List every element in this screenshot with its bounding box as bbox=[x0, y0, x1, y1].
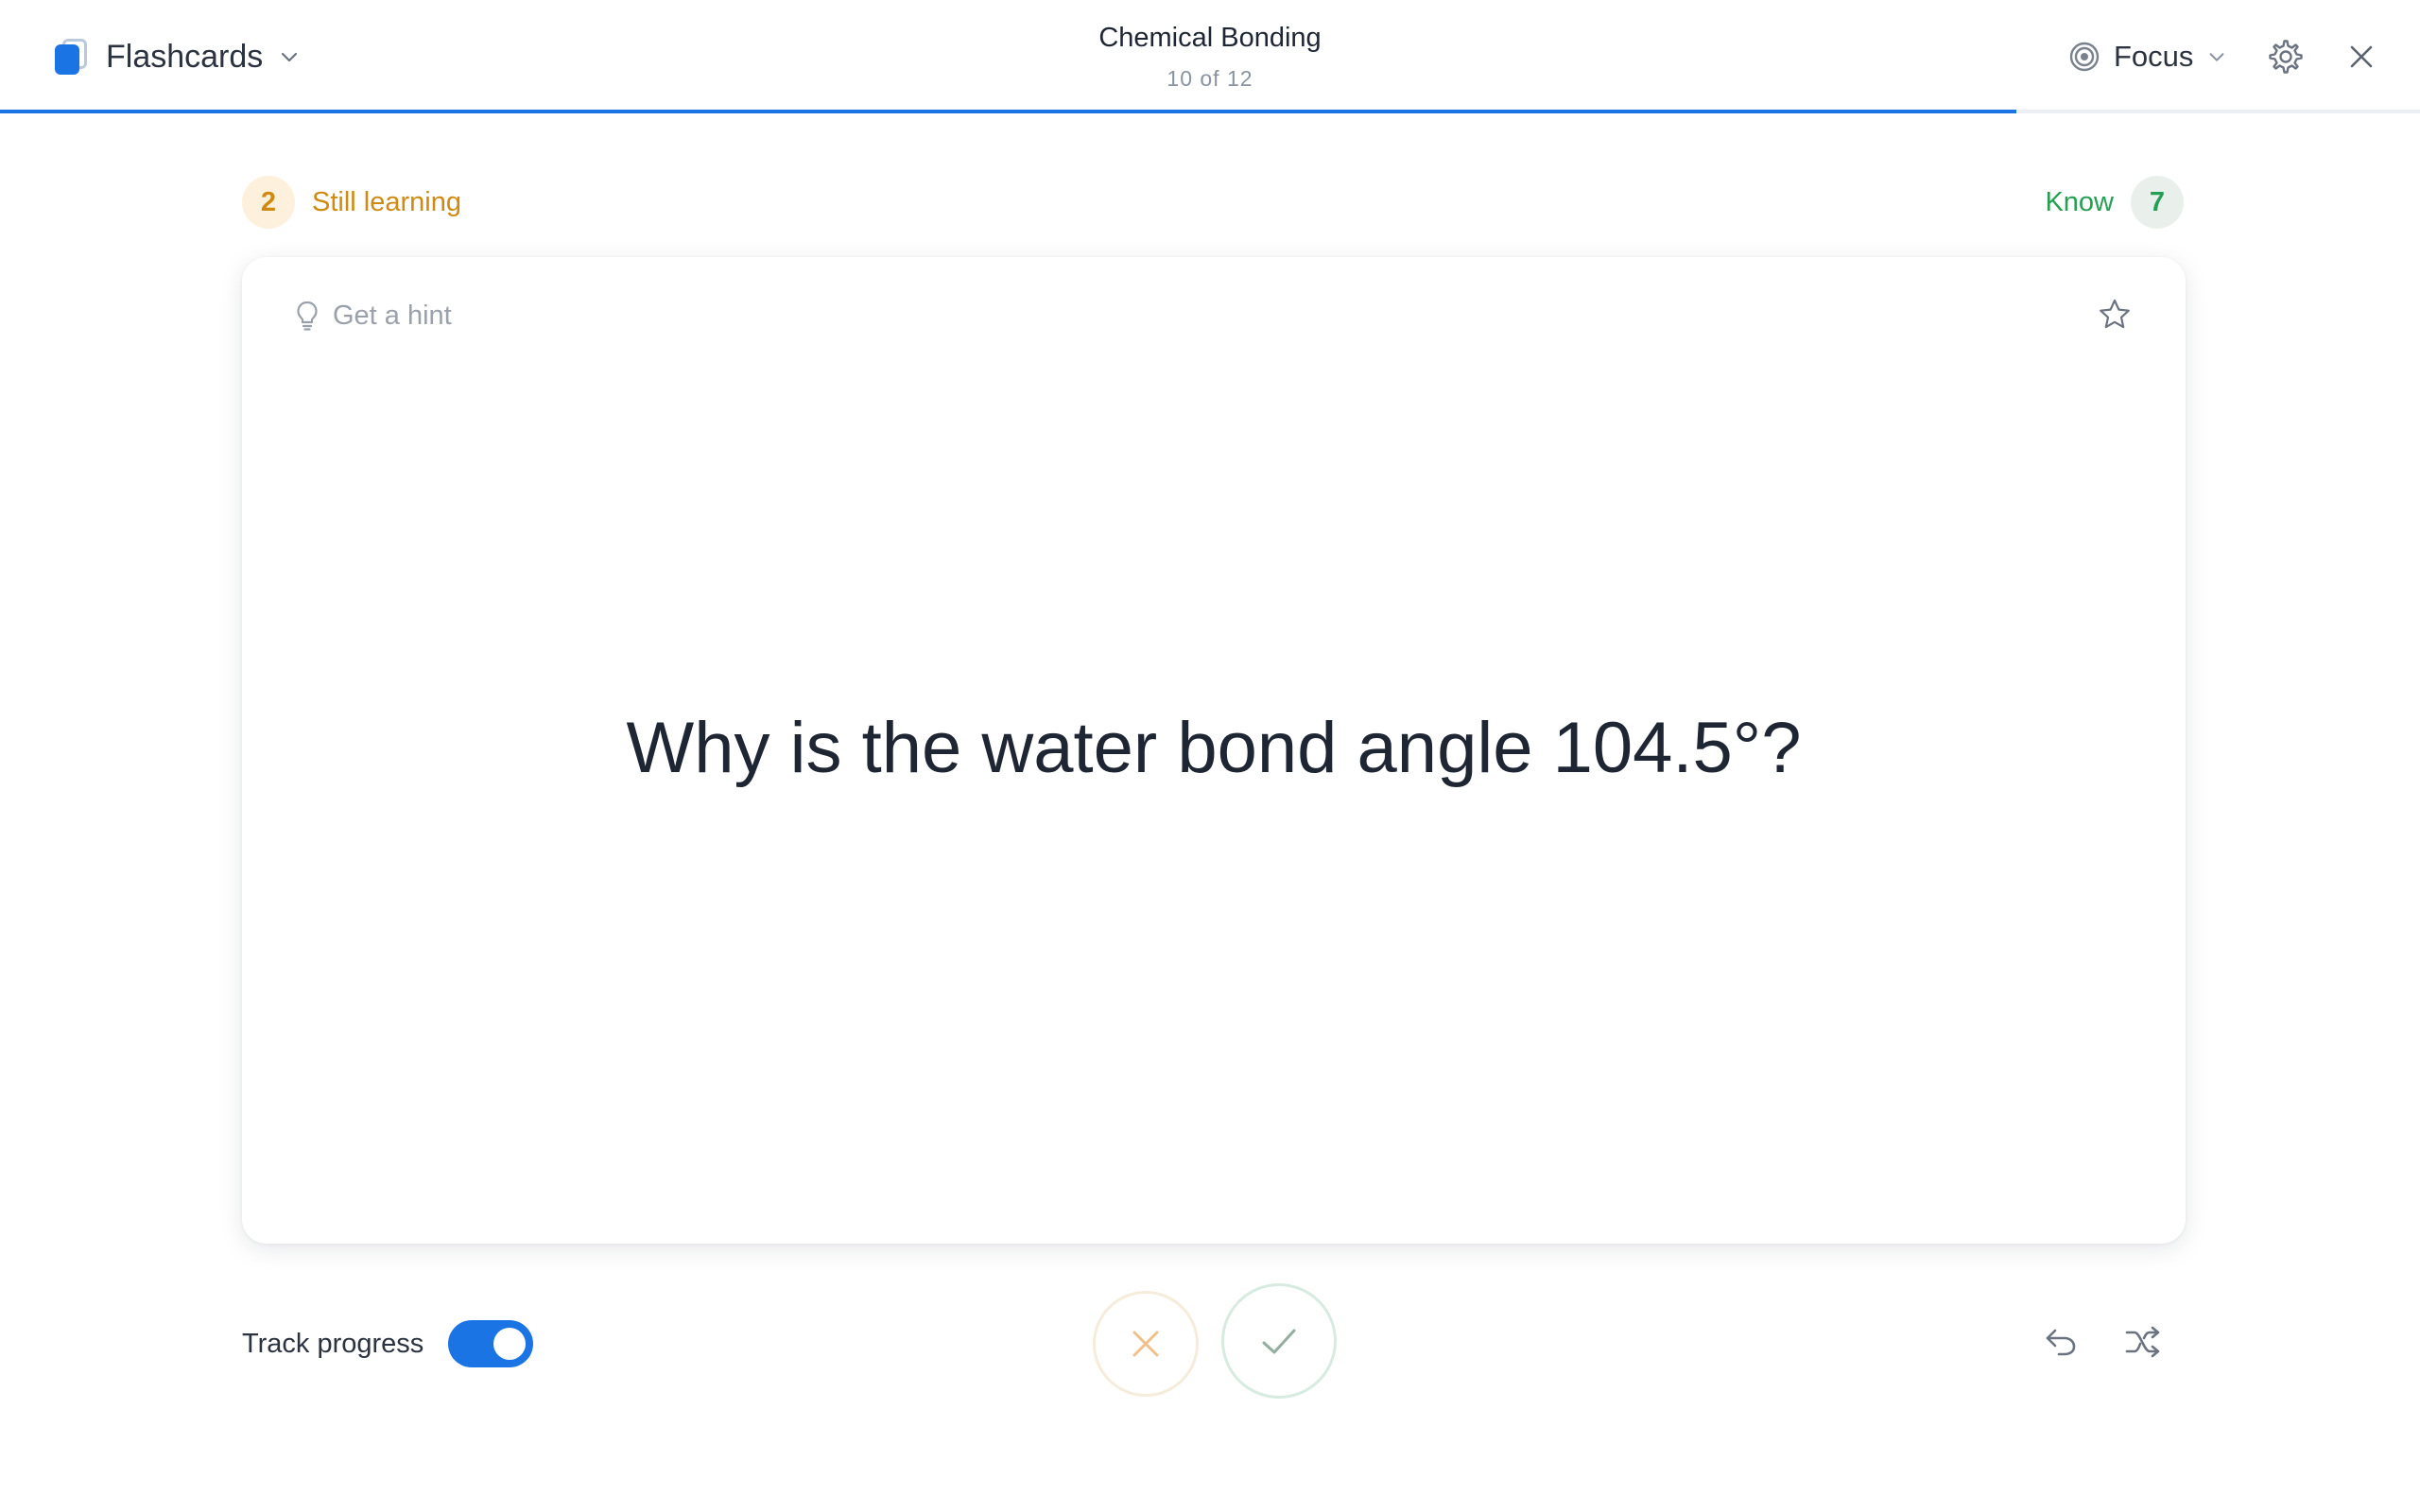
close-button[interactable] bbox=[2344, 40, 2378, 74]
lightbulb-icon bbox=[297, 301, 318, 331]
hint-label: Get a hint bbox=[333, 300, 452, 331]
app-switcher-button[interactable]: Flashcards bbox=[55, 38, 301, 76]
still-learning-button[interactable] bbox=[1093, 1291, 1199, 1397]
shuffle-icon bbox=[2125, 1326, 2160, 1358]
chevron-down-icon bbox=[282, 52, 298, 62]
flashcards-app-icon bbox=[55, 39, 87, 75]
close-icon bbox=[2350, 45, 2373, 68]
track-progress-toggle[interactable] bbox=[448, 1320, 534, 1367]
undo-icon bbox=[2046, 1329, 2076, 1356]
toggle-knob bbox=[493, 1328, 527, 1360]
flashcard[interactable]: Get a hint Why is the water bond angle 1… bbox=[242, 257, 2186, 1244]
focus-target-icon bbox=[2069, 42, 2100, 72]
deck-title: Chemical Bonding bbox=[1098, 23, 1322, 53]
card-position: 10 of 12 bbox=[1167, 66, 1253, 91]
focus-label: Focus bbox=[2114, 40, 2194, 73]
still-learning-count: 2 bbox=[242, 176, 295, 229]
still-learning-label: Still learning bbox=[312, 186, 461, 217]
deck-progress-bar bbox=[0, 110, 2420, 113]
card-question: Why is the water bond angle 104.5°? bbox=[626, 708, 1802, 788]
track-progress-control: Track progress bbox=[242, 1319, 534, 1368]
undo-button[interactable] bbox=[2042, 1323, 2080, 1361]
header: Flashcards Chemical Bonding 10 of 12 Foc… bbox=[0, 0, 2420, 113]
star-card-button[interactable] bbox=[2097, 297, 2133, 333]
still-learning-indicator: 2 Still learning bbox=[242, 176, 461, 229]
flashcards-page: Flashcards Chemical Bonding 10 of 12 Foc… bbox=[0, 0, 2420, 1512]
app-name: Flashcards bbox=[106, 38, 264, 75]
focus-mode-button[interactable]: Focus bbox=[2068, 38, 2227, 76]
track-progress-label: Track progress bbox=[242, 1328, 424, 1359]
know-count: 7 bbox=[2131, 176, 2184, 229]
shuffle-button[interactable] bbox=[2123, 1323, 2163, 1361]
know-button[interactable] bbox=[1221, 1283, 1337, 1399]
settings-button[interactable] bbox=[2267, 38, 2305, 76]
know-label: Know bbox=[2045, 186, 2114, 217]
deck-progress-fill bbox=[0, 110, 2017, 113]
gear-icon bbox=[2269, 40, 2303, 74]
know-indicator: Know 7 bbox=[2045, 176, 2184, 229]
get-hint-button[interactable]: Get a hint bbox=[295, 295, 452, 336]
star-icon bbox=[2100, 299, 2130, 329]
check-icon bbox=[1262, 1329, 1296, 1354]
chevron-down-icon bbox=[2209, 53, 2224, 61]
x-icon bbox=[1132, 1331, 1159, 1357]
